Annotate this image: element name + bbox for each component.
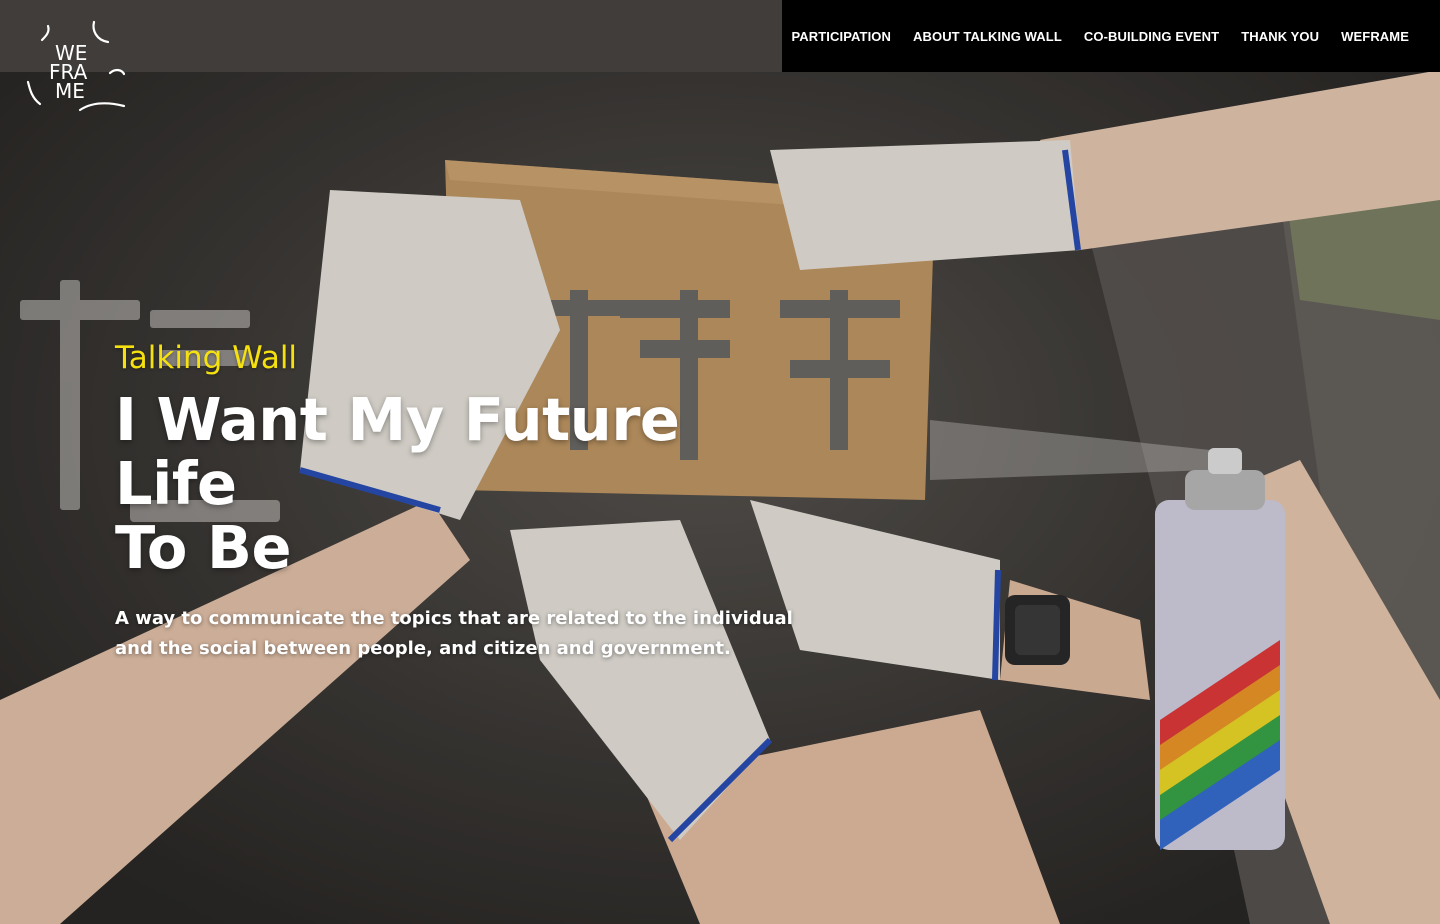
hero-headline-line-1: I Want My Future Life	[115, 385, 680, 518]
hero-headline: I Want My Future Life To Be	[115, 388, 815, 580]
hero-eyebrow: Talking Wall	[115, 340, 298, 376]
nav-co-building-event[interactable]: CO-BUILDING EVENT	[1084, 29, 1219, 44]
nav-about-talking-wall[interactable]: ABOUT TALKING WALL	[913, 29, 1062, 44]
logo-line-3: ME	[55, 79, 85, 103]
hero-headline-line-2: To Be	[115, 513, 291, 582]
top-nav: PARTICIPATION ABOUT TALKING WALL CO-BUIL…	[782, 0, 1440, 72]
weframe-logo[interactable]: WE FRA ME	[22, 18, 130, 122]
weframe-logo-mark: WE FRA ME	[26, 20, 126, 112]
hero-subtitle: A way to communicate the topics that are…	[115, 608, 793, 659]
nav-weframe[interactable]: WEFRAME	[1341, 29, 1409, 44]
nav-thank-you[interactable]: THANK YOU	[1241, 29, 1319, 44]
nav-participation[interactable]: PARTICIPATION	[791, 29, 891, 44]
hero-content: Talking Wall I Want My Future Life To Be…	[115, 338, 815, 664]
